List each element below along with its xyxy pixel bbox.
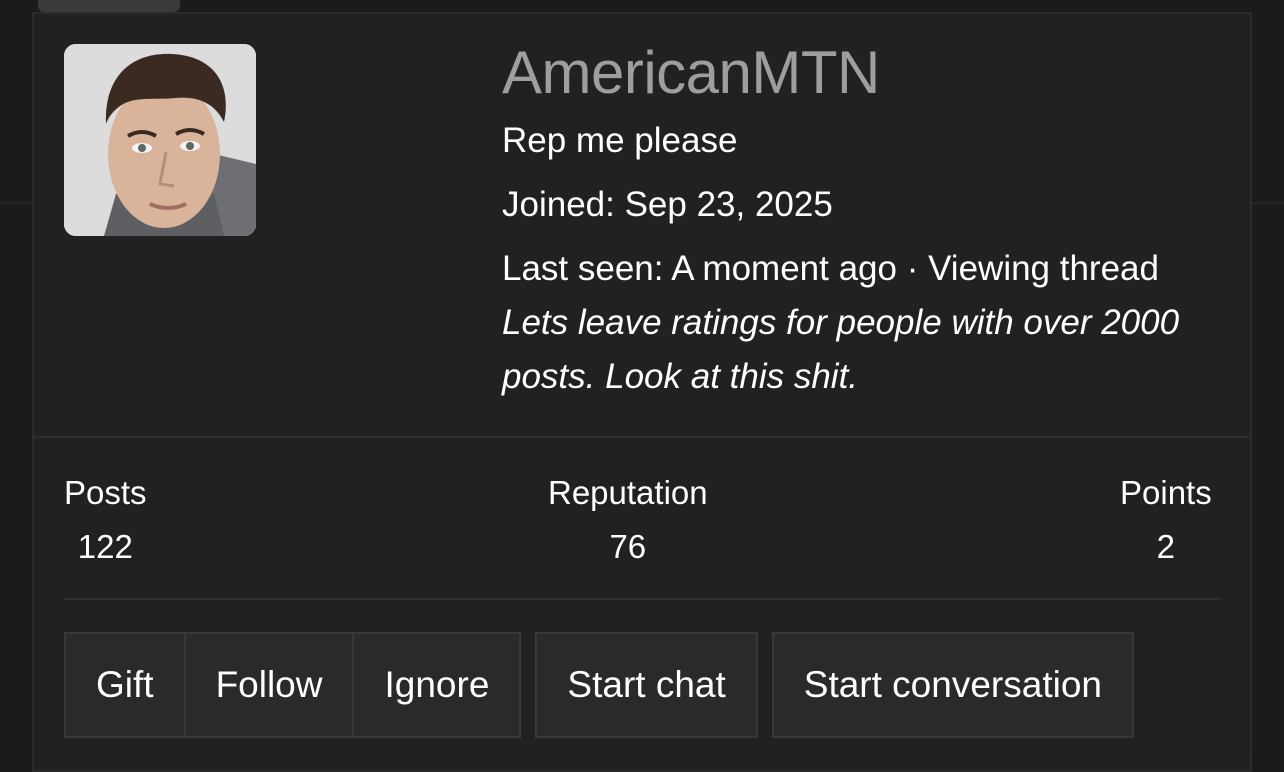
member-header: AmericanMTN Rep me please Joined: Sep 23… [34, 14, 1250, 438]
member-stats: Posts 122 Reputation 76 Points 2 [64, 468, 1222, 568]
action-group-chat: Start chat [535, 632, 758, 738]
stat-posts-label: Posts [64, 474, 147, 511]
start-chat-button[interactable]: Start chat [535, 632, 758, 738]
stat-points-label: Points [1120, 474, 1212, 511]
action-group-conversation: Start conversation [771, 632, 1134, 738]
last-seen: Last seen: A moment ago · Viewing thread… [502, 242, 1232, 404]
member-actions: Gift Follow Ignore Start chat Start conv… [64, 632, 1148, 738]
follow-button[interactable]: Follow [185, 632, 355, 738]
member-tooltip-card: AmericanMTN Rep me please Joined: Sep 23… [32, 12, 1252, 772]
avatar-image [64, 44, 256, 236]
action-group-social: Gift Follow Ignore [64, 632, 522, 738]
stats-divider [64, 598, 1222, 600]
ignore-button[interactable]: Ignore [354, 632, 522, 738]
gift-button[interactable]: Gift [64, 632, 186, 738]
stat-reputation-value: 76 [609, 528, 647, 565]
stat-reputation-label: Reputation [548, 474, 708, 511]
avatar[interactable] [64, 44, 256, 236]
header-divider [34, 436, 1250, 438]
stat-posts-value: 122 [77, 528, 133, 565]
member-info: AmericanMTN Rep me please Joined: Sep 23… [502, 38, 1232, 404]
start-conversation-button[interactable]: Start conversation [771, 632, 1134, 738]
stat-posts[interactable]: Posts 122 [64, 468, 147, 572]
user-title: Rep me please [502, 121, 738, 160]
last-seen-prefix: Last seen: A moment ago · Viewing thread [502, 249, 1159, 288]
stat-points[interactable]: Points 2 [1120, 468, 1212, 572]
joined-date: Joined: Sep 23, 2025 [502, 185, 833, 224]
viewing-thread-link[interactable]: Lets leave ratings for people with over … [502, 303, 1179, 396]
stat-reputation[interactable]: Reputation 76 [548, 468, 708, 572]
stat-points-value: 2 [1156, 528, 1176, 565]
username[interactable]: AmericanMTN [502, 38, 1232, 108]
background-avatar [38, 0, 180, 12]
